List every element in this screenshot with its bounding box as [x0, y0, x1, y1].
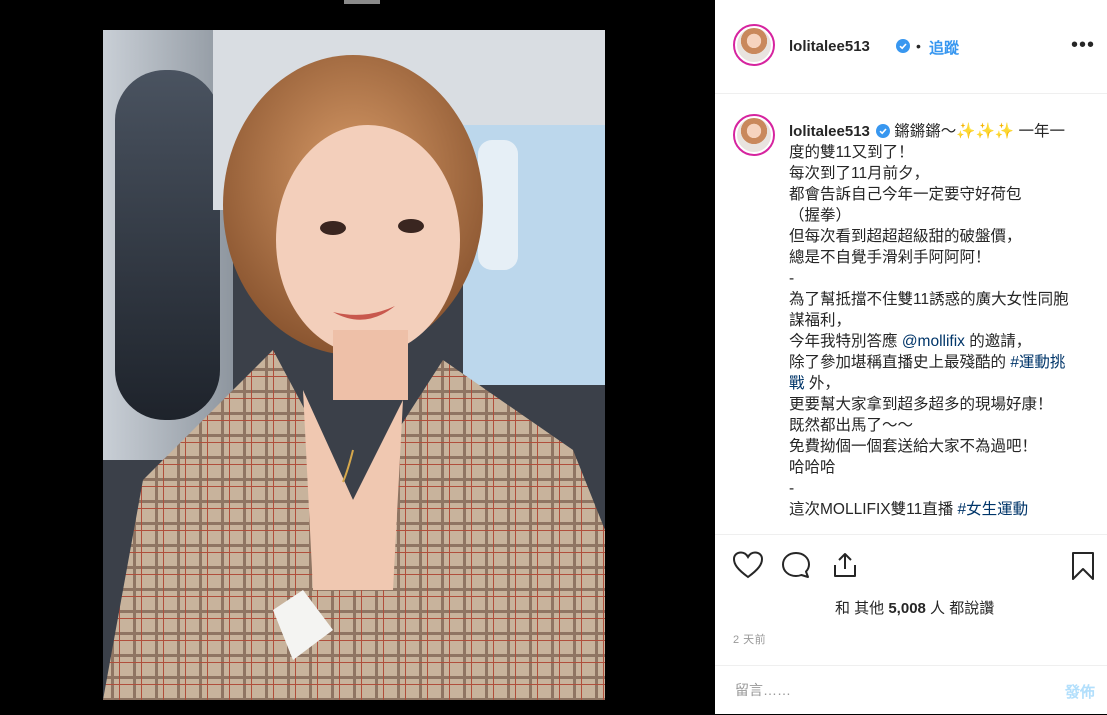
caption-event-suffix: 外， [804, 375, 840, 392]
top-scroll-handle [344, 0, 380, 4]
sparkles-icon: ✨✨✨ [956, 123, 1015, 140]
caption-last-prefix: 這次MOLLIFIX雙11直播 [789, 501, 958, 518]
caption-line: 為了幫抵擋不住雙11誘惑的廣大女性同胞謀福利， [789, 291, 1069, 329]
likes-prefix: 和 其他 [835, 600, 889, 617]
post-photo-image [103, 30, 605, 700]
post-timestamp[interactable]: 2 天前 [733, 631, 766, 647]
caption-line: - [789, 480, 795, 497]
caption-line: 都會告訴自己今年一定要守好荷包 [789, 186, 1022, 203]
caption-section: lolitalee513 鏘鏘鏘～✨✨✨ 一年一度的雙11又到了！ 每次到了11… [715, 94, 1107, 534]
caption-line: 哈哈哈 [789, 459, 836, 476]
more-options-icon[interactable]: ••• [1071, 34, 1095, 57]
caption-line: 免費拗個一個套送給大家不為過吧！ [789, 438, 1038, 455]
post-header: lolitalee513 • 追蹤 ••• [715, 0, 1107, 94]
bookmark-icon[interactable] [1071, 551, 1095, 586]
share-icon[interactable] [831, 551, 859, 584]
caption-event-prefix: 除了參加堪稱直播史上最殘酷的 [789, 354, 1011, 371]
likes-summary[interactable]: 和 其他 5,008 人 都說讚 [835, 597, 994, 618]
comment-bar: 發佈 [715, 665, 1107, 715]
caption-line: 但每次看到超超超級甜的破盤價， [789, 228, 1022, 245]
caption-line: （握拳） [789, 207, 852, 224]
author-username[interactable]: lolitalee513 [789, 38, 870, 55]
caption-text: lolitalee513 鏘鏘鏘～✨✨✨ 一年一度的雙11又到了！ 每次到了11… [789, 121, 1074, 520]
comment-input[interactable] [733, 681, 1037, 699]
mention-link[interactable]: @mollifix [902, 333, 965, 350]
caption-invite-suffix: 的邀請， [964, 333, 1032, 350]
caption-line: - [789, 270, 795, 287]
hashtag-link[interactable]: #女生運動 [958, 501, 1029, 518]
caption-line: 每次到了11月前夕， [789, 165, 930, 182]
comment-icon[interactable] [781, 551, 811, 584]
post-side-panel: lolitalee513 • 追蹤 ••• lolitalee513 鏘鏘鏘～✨… [715, 0, 1107, 714]
post-comment-button[interactable]: 發佈 [1065, 681, 1095, 702]
likes-count: 5,008 [888, 600, 926, 617]
caption-line: 既然都出馬了～～ [789, 417, 914, 434]
caption-avatar[interactable] [733, 114, 775, 156]
author-avatar[interactable] [733, 24, 775, 66]
caption-intro: 鏘鏘鏘～ [894, 123, 957, 140]
likes-suffix: 人 都說讚 [925, 600, 995, 617]
post-photo[interactable] [103, 30, 605, 700]
heart-icon[interactable] [732, 551, 764, 584]
follow-button[interactable]: 追蹤 [929, 37, 959, 58]
action-bar [715, 534, 1107, 595]
caption-username[interactable]: lolitalee513 [789, 123, 870, 140]
caption-invite-prefix: 今年我特別答應 [789, 333, 902, 350]
header-separator: • [916, 38, 921, 54]
caption-line: 總是不自覺手滑剁手阿阿阿！ [789, 249, 991, 266]
verified-badge-icon [896, 39, 910, 58]
caption-verified-badge-icon [876, 124, 891, 138]
caption-line: 更要幫大家拿到超多超多的現場好康！ [789, 396, 1053, 413]
